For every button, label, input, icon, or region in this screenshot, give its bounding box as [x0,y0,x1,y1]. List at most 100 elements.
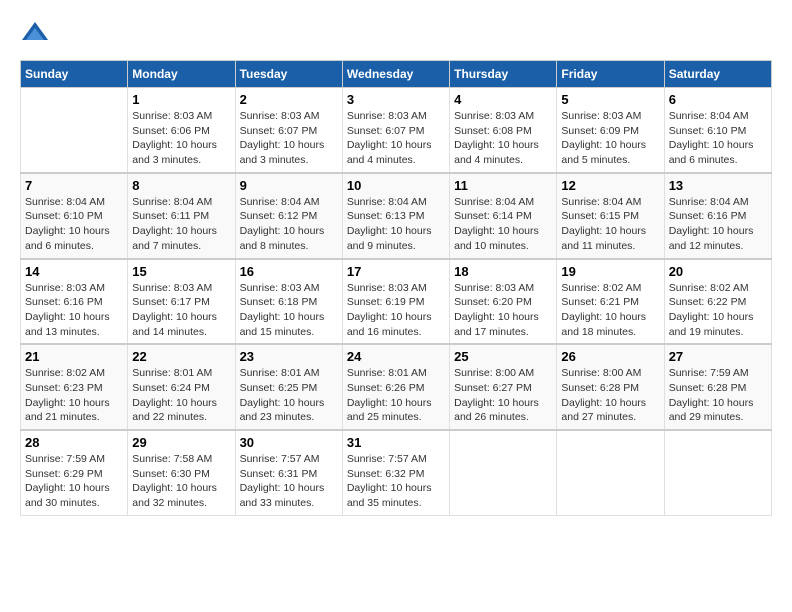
calendar-week-row: 14 Sunrise: 8:03 AMSunset: 6:16 PMDayligh… [21,259,772,345]
cell-info: Sunrise: 8:04 AMSunset: 6:12 PMDaylight:… [240,195,338,254]
day-number: 27 [669,349,767,364]
page-header [20,20,772,50]
cell-info: Sunrise: 8:01 AMSunset: 6:26 PMDaylight:… [347,366,445,425]
calendar-table: SundayMondayTuesdayWednesdayThursdayFrid… [20,60,772,516]
calendar-cell: 13Sunrise: 8:04 AMSunset: 6:16 PMDayligh… [664,173,771,259]
logo-icon [20,20,50,50]
cell-info: Sunrise: 8:01 AMSunset: 6:25 PMDaylight:… [240,366,338,425]
weekday-header-monday: Monday [128,61,235,88]
logo [20,20,54,50]
day-number: 18 [454,264,552,279]
day-number: 28 [25,435,123,450]
cell-info: Sunrise: 8:03 AMSunset: 6:07 PMDaylight:… [240,109,338,168]
calendar-cell: 22 Sunrise: 8:01 AMSunset: 6:24 PMDayligh… [128,344,235,430]
calendar-cell: 20 Sunrise: 8:02 AMSunset: 6:22 PMDayligh… [664,259,771,345]
calendar-cell: 18 Sunrise: 8:03 AMSunset: 6:20 PMDayligh… [450,259,557,345]
day-number: 11 [454,178,552,193]
cell-info: Sunrise: 8:02 AMSunset: 6:22 PMDaylight:… [669,281,767,340]
calendar-cell: 16 Sunrise: 8:03 AMSunset: 6:18 PMDayligh… [235,259,342,345]
cell-info: Sunrise: 8:01 AMSunset: 6:24 PMDaylight:… [132,366,230,425]
weekday-header-tuesday: Tuesday [235,61,342,88]
calendar-cell: 15 Sunrise: 8:03 AMSunset: 6:17 PMDayligh… [128,259,235,345]
cell-info: Sunrise: 8:04 AMSunset: 6:16 PMDaylight:… [669,195,767,254]
weekday-header-saturday: Saturday [664,61,771,88]
calendar-week-row: 1 Sunrise: 8:03 AMSunset: 6:06 PMDaylight… [21,88,772,173]
calendar-cell: 7 Sunrise: 8:04 AMSunset: 6:10 PMDaylight… [21,173,128,259]
weekday-header-thursday: Thursday [450,61,557,88]
cell-info: Sunrise: 8:03 AMSunset: 6:18 PMDaylight:… [240,281,338,340]
day-number: 3 [347,92,445,107]
cell-info: Sunrise: 8:04 AMSunset: 6:11 PMDaylight:… [132,195,230,254]
day-number: 14 [25,264,123,279]
calendar-cell: 4Sunrise: 8:03 AMSunset: 6:08 PMDaylight… [450,88,557,173]
cell-info: Sunrise: 8:04 AMSunset: 6:10 PMDaylight:… [25,195,123,254]
cell-info: Sunrise: 8:03 AMSunset: 6:06 PMDaylight:… [132,109,230,168]
day-number: 19 [561,264,659,279]
cell-info: Sunrise: 7:59 AMSunset: 6:29 PMDaylight:… [25,452,123,511]
calendar-cell: 26 Sunrise: 8:00 AMSunset: 6:28 PMDayligh… [557,344,664,430]
calendar-cell: 14 Sunrise: 8:03 AMSunset: 6:16 PMDayligh… [21,259,128,345]
calendar-cell: 21Sunrise: 8:02 AMSunset: 6:23 PMDayligh… [21,344,128,430]
calendar-cell: 29 Sunrise: 7:58 AMSunset: 6:30 PMDayligh… [128,430,235,515]
calendar-cell: 3 Sunrise: 8:03 AMSunset: 6:07 PMDaylight… [342,88,449,173]
cell-info: Sunrise: 8:03 AMSunset: 6:17 PMDaylight:… [132,281,230,340]
cell-info: Sunrise: 8:00 AMSunset: 6:27 PMDaylight:… [454,366,552,425]
calendar-cell: 10 Sunrise: 8:04 AMSunset: 6:13 PMDayligh… [342,173,449,259]
calendar-cell: 8 Sunrise: 8:04 AMSunset: 6:11 PMDaylight… [128,173,235,259]
day-number: 4 [454,92,552,107]
day-number: 29 [132,435,230,450]
day-number: 20 [669,264,767,279]
calendar-cell [557,430,664,515]
day-number: 16 [240,264,338,279]
day-number: 1 [132,92,230,107]
day-number: 26 [561,349,659,364]
calendar-cell: 27Sunrise: 7:59 AMSunset: 6:28 PMDayligh… [664,344,771,430]
day-number: 7 [25,178,123,193]
calendar-cell [21,88,128,173]
calendar-cell: 25Sunrise: 8:00 AMSunset: 6:27 PMDayligh… [450,344,557,430]
cell-info: Sunrise: 8:00 AMSunset: 6:28 PMDaylight:… [561,366,659,425]
cell-info: Sunrise: 8:02 AMSunset: 6:21 PMDaylight:… [561,281,659,340]
calendar-week-row: 28 Sunrise: 7:59 AMSunset: 6:29 PMDayligh… [21,430,772,515]
cell-info: Sunrise: 7:57 AMSunset: 6:32 PMDaylight:… [347,452,445,511]
calendar-cell: 28 Sunrise: 7:59 AMSunset: 6:29 PMDayligh… [21,430,128,515]
day-number: 24 [347,349,445,364]
calendar-cell: 5Sunrise: 8:03 AMSunset: 6:09 PMDaylight… [557,88,664,173]
cell-info: Sunrise: 8:03 AMSunset: 6:16 PMDaylight:… [25,281,123,340]
calendar-cell: 6Sunrise: 8:04 AMSunset: 6:10 PMDaylight… [664,88,771,173]
cell-info: Sunrise: 8:03 AMSunset: 6:19 PMDaylight:… [347,281,445,340]
cell-info: Sunrise: 8:03 AMSunset: 6:20 PMDaylight:… [454,281,552,340]
calendar-cell: 9 Sunrise: 8:04 AMSunset: 6:12 PMDaylight… [235,173,342,259]
weekday-header-friday: Friday [557,61,664,88]
cell-info: Sunrise: 7:58 AMSunset: 6:30 PMDaylight:… [132,452,230,511]
calendar-week-row: 21Sunrise: 8:02 AMSunset: 6:23 PMDayligh… [21,344,772,430]
calendar-cell: 31 Sunrise: 7:57 AMSunset: 6:32 PMDayligh… [342,430,449,515]
calendar-cell: 23 Sunrise: 8:01 AMSunset: 6:25 PMDayligh… [235,344,342,430]
weekday-header-wednesday: Wednesday [342,61,449,88]
day-number: 30 [240,435,338,450]
weekday-header-row: SundayMondayTuesdayWednesdayThursdayFrid… [21,61,772,88]
day-number: 8 [132,178,230,193]
day-number: 22 [132,349,230,364]
cell-info: Sunrise: 8:02 AMSunset: 6:23 PMDaylight:… [25,366,123,425]
day-number: 6 [669,92,767,107]
cell-info: Sunrise: 8:04 AMSunset: 6:13 PMDaylight:… [347,195,445,254]
day-number: 9 [240,178,338,193]
calendar-cell [450,430,557,515]
cell-info: Sunrise: 8:03 AMSunset: 6:07 PMDaylight:… [347,109,445,168]
day-number: 2 [240,92,338,107]
day-number: 12 [561,178,659,193]
day-number: 15 [132,264,230,279]
calendar-cell: 30Sunrise: 7:57 AMSunset: 6:31 PMDayligh… [235,430,342,515]
calendar-cell: 19 Sunrise: 8:02 AMSunset: 6:21 PMDayligh… [557,259,664,345]
day-number: 23 [240,349,338,364]
day-number: 31 [347,435,445,450]
calendar-cell: 2 Sunrise: 8:03 AMSunset: 6:07 PMDaylight… [235,88,342,173]
calendar-cell: 11 Sunrise: 8:04 AMSunset: 6:14 PMDayligh… [450,173,557,259]
cell-info: Sunrise: 8:03 AMSunset: 6:09 PMDaylight:… [561,109,659,168]
calendar-cell [664,430,771,515]
cell-info: Sunrise: 8:04 AMSunset: 6:14 PMDaylight:… [454,195,552,254]
day-number: 10 [347,178,445,193]
weekday-header-sunday: Sunday [21,61,128,88]
calendar-cell: 1 Sunrise: 8:03 AMSunset: 6:06 PMDaylight… [128,88,235,173]
